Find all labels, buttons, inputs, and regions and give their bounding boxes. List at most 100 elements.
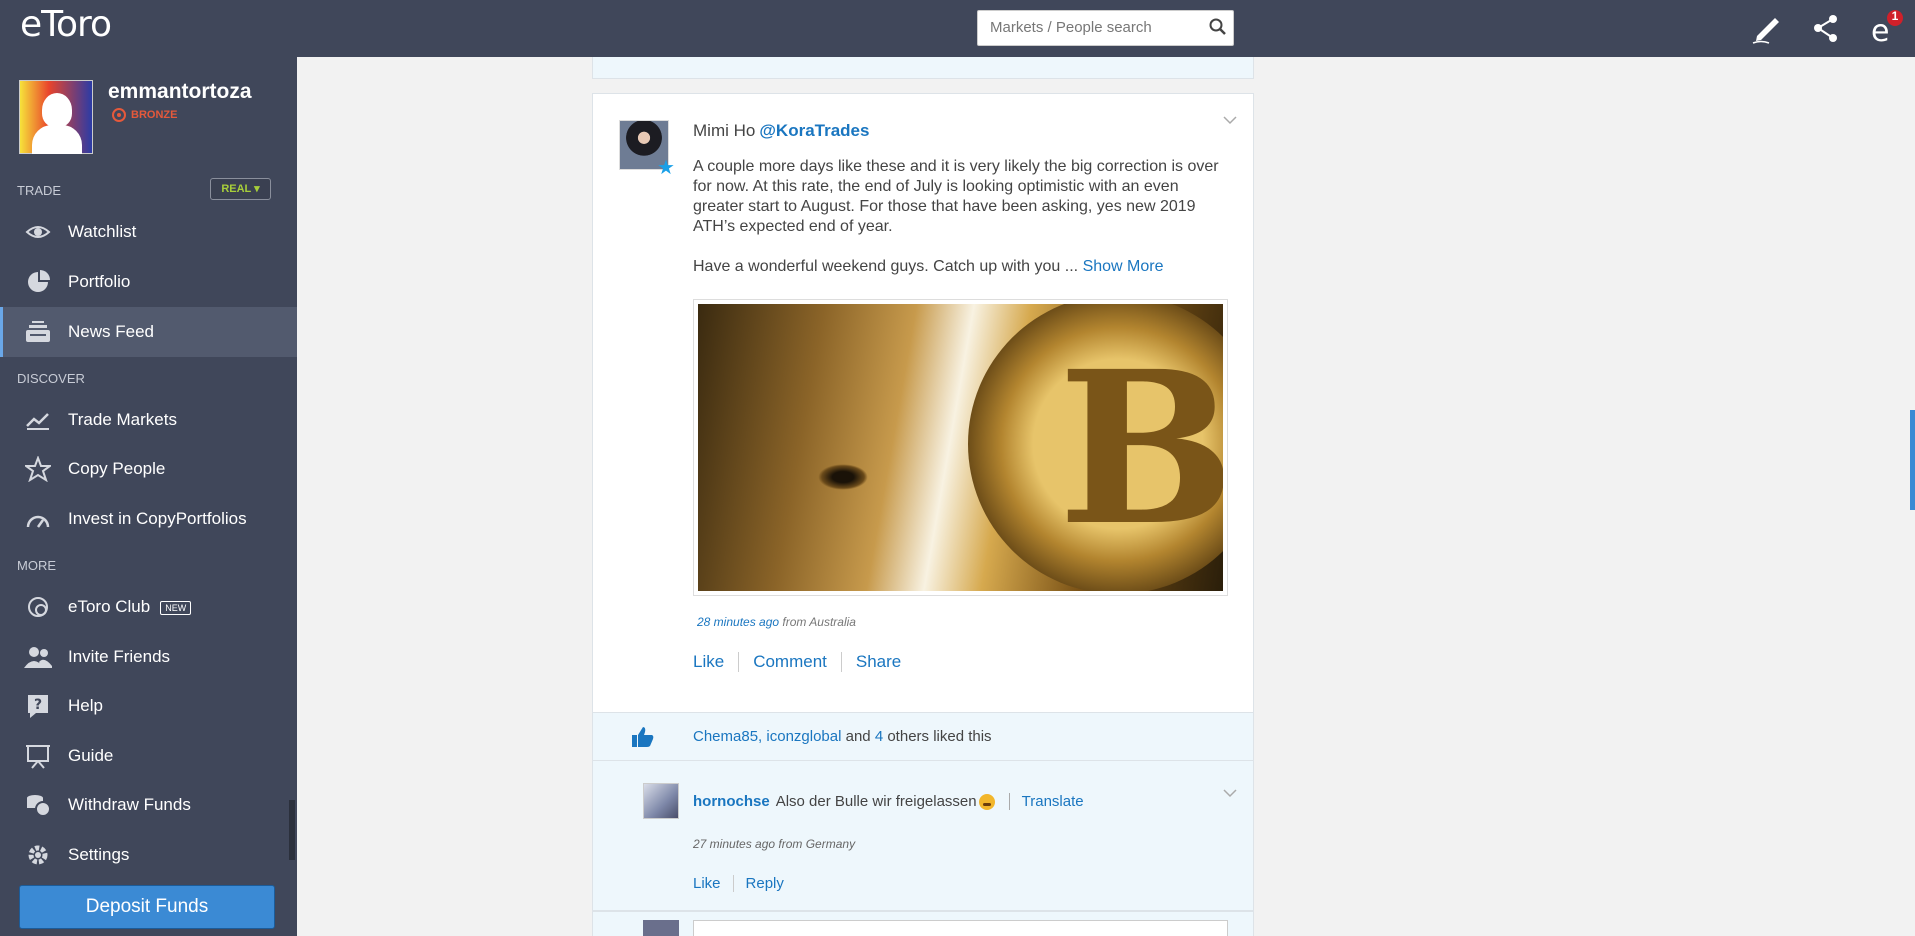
- comment-text: hornochse Also der Bulle wir freigelasse…: [693, 793, 1084, 810]
- thumbs-up-icon: [631, 725, 655, 749]
- page-scrollbar[interactable]: [1910, 410, 1915, 510]
- nav-label: eToro Club NEW: [68, 597, 192, 617]
- nav-trade-markets[interactable]: Trade Markets: [0, 395, 297, 445]
- edit-post-icon[interactable]: [1751, 10, 1785, 46]
- account-mode-label: REAL: [221, 183, 252, 195]
- comment-author[interactable]: hornochse: [693, 793, 770, 810]
- post-location: from Australia: [782, 615, 856, 629]
- news-icon: [24, 318, 52, 346]
- post-paragraph: Have a wonderful weekend guys. Catch up …: [693, 258, 1164, 275]
- previous-post-card: [592, 57, 1254, 79]
- svg-text:?: ?: [34, 697, 42, 713]
- comment-body: Also der Bulle wir freigelassen: [775, 793, 977, 810]
- post-body: A couple more days like these and it is …: [693, 157, 1228, 297]
- star-icon: [24, 455, 52, 483]
- search-icon[interactable]: [1209, 18, 1227, 36]
- post-card: ★ Mimi Ho @KoraTrades A couple more days …: [592, 93, 1254, 713]
- notification-count: 1: [1891, 9, 1899, 23]
- club-icon: [24, 593, 52, 621]
- tier-badge[interactable]: BRONZE: [112, 108, 177, 122]
- notifications-icon[interactable]: e 1: [1869, 9, 1915, 49]
- nav-help[interactable]: ? Help: [0, 681, 297, 731]
- eye-icon: [24, 218, 52, 246]
- section-trade: TRADE: [17, 183, 62, 198]
- nav-etoro-club[interactable]: eToro Club NEW: [0, 582, 297, 632]
- post-author-handle[interactable]: @KoraTrades: [759, 121, 869, 140]
- share-button[interactable]: Share: [840, 652, 915, 672]
- liker-link[interactable]: iconzglobal: [766, 728, 841, 745]
- tier-icon: [112, 108, 126, 122]
- show-more-link[interactable]: Show More: [1083, 258, 1164, 275]
- news-feed: ★ Mimi Ho @KoraTrades A couple more days …: [592, 57, 1254, 936]
- section-discover: DISCOVER: [17, 371, 85, 386]
- svg-text:e: e: [1871, 14, 1889, 46]
- guide-icon: [24, 742, 52, 770]
- nav-copyportfolios[interactable]: Invest in CopyPortfolios: [0, 494, 297, 544]
- nav-label: Portfolio: [68, 272, 131, 291]
- comment-like-button[interactable]: Like: [693, 875, 733, 892]
- post-time-link[interactable]: 28 minutes ago: [697, 615, 779, 629]
- comment-reply-button[interactable]: Reply: [732, 875, 796, 892]
- next-comment-box: [693, 920, 1228, 936]
- coins-icon: [24, 791, 52, 819]
- nav-withdraw-funds[interactable]: Withdraw Funds: [0, 780, 297, 830]
- nav-label: Watchlist: [68, 222, 137, 241]
- user-avatar[interactable]: [19, 80, 93, 154]
- likes-bar: Chema85, iconzglobal and 4 others liked …: [592, 713, 1254, 761]
- nav-label: Help: [68, 696, 103, 715]
- popular-investor-star-icon: ★: [657, 157, 675, 179]
- post-menu-chevron-icon[interactable]: [1223, 112, 1237, 125]
- nav-label: Withdraw Funds: [68, 795, 191, 814]
- sidebar: eToro emmantortoza BRONZE TRADE REAL ▾ W…: [0, 0, 297, 936]
- trend-icon: [24, 406, 52, 434]
- post-actions: Like Comment Share: [693, 652, 915, 672]
- pie-chart-icon: [24, 268, 52, 296]
- help-icon: ?: [24, 692, 52, 720]
- post-meta: 28 minutes ago from Australia: [697, 615, 856, 629]
- next-comment: [592, 911, 1254, 936]
- post-author-name[interactable]: Mimi Ho: [693, 121, 755, 140]
- deposit-funds-button[interactable]: Deposit Funds: [19, 885, 275, 929]
- gear-icon: [24, 841, 52, 869]
- share-icon[interactable]: [1809, 10, 1843, 46]
- nav-news-feed[interactable]: News Feed: [0, 307, 297, 357]
- translate-link[interactable]: Translate: [1008, 793, 1084, 810]
- nav-label: News Feed: [68, 322, 154, 341]
- nav-watchlist[interactable]: Watchlist: [0, 207, 297, 257]
- etoro-logo[interactable]: eToro: [20, 4, 112, 45]
- new-badge: NEW: [160, 600, 192, 615]
- comment-author-avatar[interactable]: [643, 783, 679, 819]
- search-input[interactable]: Markets / People search: [977, 10, 1234, 46]
- likes-summary: Chema85, iconzglobal and 4 others liked …: [693, 728, 992, 745]
- nav-label: Invest in CopyPortfolios: [68, 509, 247, 528]
- post-image[interactable]: B: [693, 299, 1228, 596]
- nav-label: Copy People: [68, 459, 166, 478]
- next-comment-avatar[interactable]: [643, 920, 679, 936]
- nav-copy-people[interactable]: Copy People: [0, 444, 297, 494]
- users-icon: [24, 643, 52, 671]
- top-bar: Markets / People search e 1: [297, 0, 1915, 57]
- username[interactable]: emmantortoza: [108, 80, 252, 104]
- nav-label: Invite Friends: [68, 647, 171, 666]
- nav-portfolio[interactable]: Portfolio: [0, 257, 297, 307]
- nav-guide[interactable]: Guide: [0, 731, 297, 781]
- nav-label: Trade Markets: [68, 410, 177, 429]
- tier-label: BRONZE: [131, 109, 178, 121]
- nav-invite-friends[interactable]: Invite Friends: [0, 632, 297, 682]
- account-mode-dropdown[interactable]: REAL ▾: [210, 178, 271, 200]
- sidebar-scrollbar[interactable]: [289, 800, 295, 860]
- liker-link[interactable]: Chema85: [693, 728, 758, 745]
- post-paragraph: A couple more days like these and it is …: [693, 158, 1219, 235]
- comment-actions: Like Reply: [693, 875, 796, 892]
- bitcoin-symbol-icon: B: [1058, 325, 1223, 572]
- post-author: Mimi Ho @KoraTrades: [693, 121, 869, 141]
- nav-label: Guide: [68, 746, 114, 765]
- likes-count-link[interactable]: 4: [875, 728, 883, 745]
- comment-menu-chevron-icon[interactable]: [1223, 785, 1237, 798]
- comment-button[interactable]: Comment: [738, 652, 841, 672]
- section-more: MORE: [17, 558, 56, 573]
- comment: hornochse Also der Bulle wir freigelasse…: [592, 761, 1254, 911]
- nav-label: Settings: [68, 845, 130, 864]
- nav-settings[interactable]: Settings: [0, 830, 297, 880]
- like-button[interactable]: Like: [693, 652, 738, 672]
